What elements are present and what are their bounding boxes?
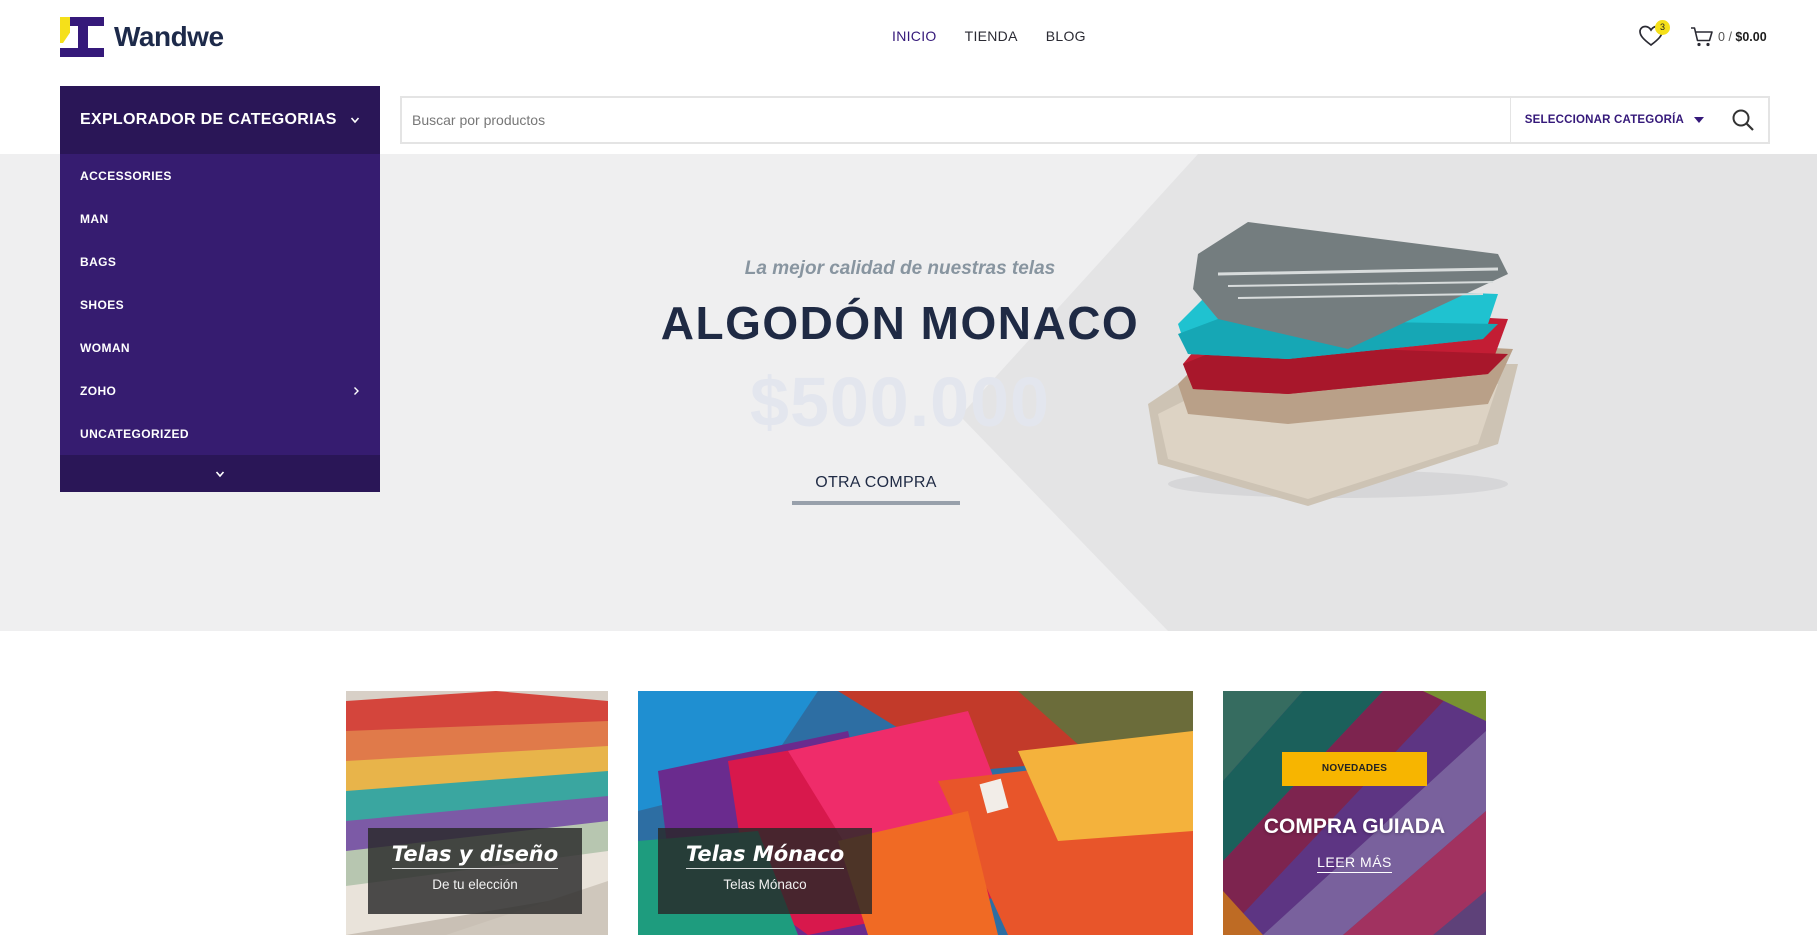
category-show-more[interactable]: [60, 455, 380, 492]
search-icon: [1732, 109, 1754, 131]
category-item-bags[interactable]: BAGS: [60, 240, 380, 283]
chevron-down-icon: [215, 470, 225, 477]
wishlist-count-badge: 3: [1655, 20, 1670, 35]
banner-caption: Telas y diseño De tu elección: [368, 828, 582, 914]
category-item-label: WOMAN: [80, 340, 130, 355]
category-select-label: SELECCIONAR CATEGORÍA: [1524, 114, 1684, 126]
hero-cta-button[interactable]: OTRA COMPRA: [792, 467, 960, 505]
banner-caption: Telas Mónaco Telas Mónaco: [658, 828, 872, 914]
banner-compra-guiada[interactable]: NOVEDADES COMPRA GUIADA LEER MÁS: [1223, 691, 1486, 935]
banner-title: COMPRA GUIADA: [1263, 815, 1446, 838]
category-item-label: ZOHO: [80, 383, 117, 398]
read-more-label: LEER MÁS: [1317, 854, 1392, 873]
category-item-label: SHOES: [80, 297, 125, 312]
fabric-rolls-image: [1223, 691, 1486, 935]
banner-telas-diseno[interactable]: Telas y diseño De tu elección: [346, 691, 608, 935]
cart-summary[interactable]: 0 / $0.00: [1718, 30, 1767, 44]
hero-price: $500.000: [750, 363, 1050, 441]
category-item-label: ACCESSORIES: [80, 168, 172, 183]
cart-icon[interactable]: [1690, 26, 1714, 48]
cart-total: $0.00: [1735, 30, 1767, 44]
hero-subtitle: La mejor calidad de nuestras telas: [744, 258, 1056, 279]
search-bar: SELECCIONAR CATEGORÍA: [400, 96, 1770, 144]
brand-name: Wandwe: [114, 21, 224, 52]
nav-blog[interactable]: BLOG: [1046, 28, 1086, 44]
search-button[interactable]: [1718, 98, 1768, 142]
chevron-down-icon: [350, 117, 360, 124]
category-list: ACCESSORIES MAN BAGS SHOES WOMAN ZOHO UN…: [60, 154, 380, 455]
category-explorer: EXPLORADOR DE CATEGORIAS ACCESSORIES MAN…: [60, 86, 380, 492]
banner-telas-monaco[interactable]: Telas Mónaco Telas Mónaco: [638, 691, 1193, 935]
logo[interactable]: Wandwe: [60, 17, 224, 57]
category-item-zoho[interactable]: ZOHO: [60, 369, 380, 412]
cart-separator: /: [1728, 30, 1732, 44]
banner-subtitle: De tu elección: [432, 877, 518, 892]
category-item-accessories[interactable]: ACCESSORIES: [60, 154, 380, 197]
banner-title: Telas y diseño: [391, 842, 559, 869]
nav-inicio[interactable]: INICIO: [892, 28, 937, 44]
hero-title: ALGODÓN MONACO: [660, 297, 1140, 349]
banner-subtitle: Telas Mónaco: [723, 877, 807, 892]
category-item-uncategorized[interactable]: UNCATEGORIZED: [60, 412, 380, 455]
category-item-label: UNCATEGORIZED: [80, 426, 189, 441]
category-item-man[interactable]: MAN: [60, 197, 380, 240]
logo-mark: [60, 17, 104, 57]
banner-title: Telas Mónaco: [685, 842, 845, 869]
novedades-badge: NOVEDADES: [1282, 752, 1427, 786]
category-item-woman[interactable]: WOMAN: [60, 326, 380, 369]
category-explorer-header[interactable]: EXPLORADOR DE CATEGORIAS: [60, 86, 380, 154]
main-nav: INICIO TIENDA BLOG: [892, 28, 1086, 44]
nav-tienda[interactable]: TIENDA: [965, 28, 1018, 44]
category-item-label: MAN: [80, 211, 109, 226]
category-select[interactable]: SELECCIONAR CATEGORÍA: [1509, 98, 1718, 142]
caret-down-icon: [1694, 117, 1704, 123]
search-input[interactable]: [402, 98, 1510, 142]
read-more-link[interactable]: LEER MÁS: [1223, 854, 1486, 873]
chevron-right-icon: [354, 386, 359, 395]
category-item-label: BAGS: [80, 254, 117, 269]
cart-count: 0: [1718, 30, 1725, 44]
category-explorer-title: EXPLORADOR DE CATEGORIAS: [80, 111, 337, 128]
fabric-stack-image: [1148, 222, 1518, 506]
category-item-shoes[interactable]: SHOES: [60, 283, 380, 326]
site-header: Wandwe INICIO TIENDA BLOG 3 0 / $0.00: [0, 0, 1817, 76]
